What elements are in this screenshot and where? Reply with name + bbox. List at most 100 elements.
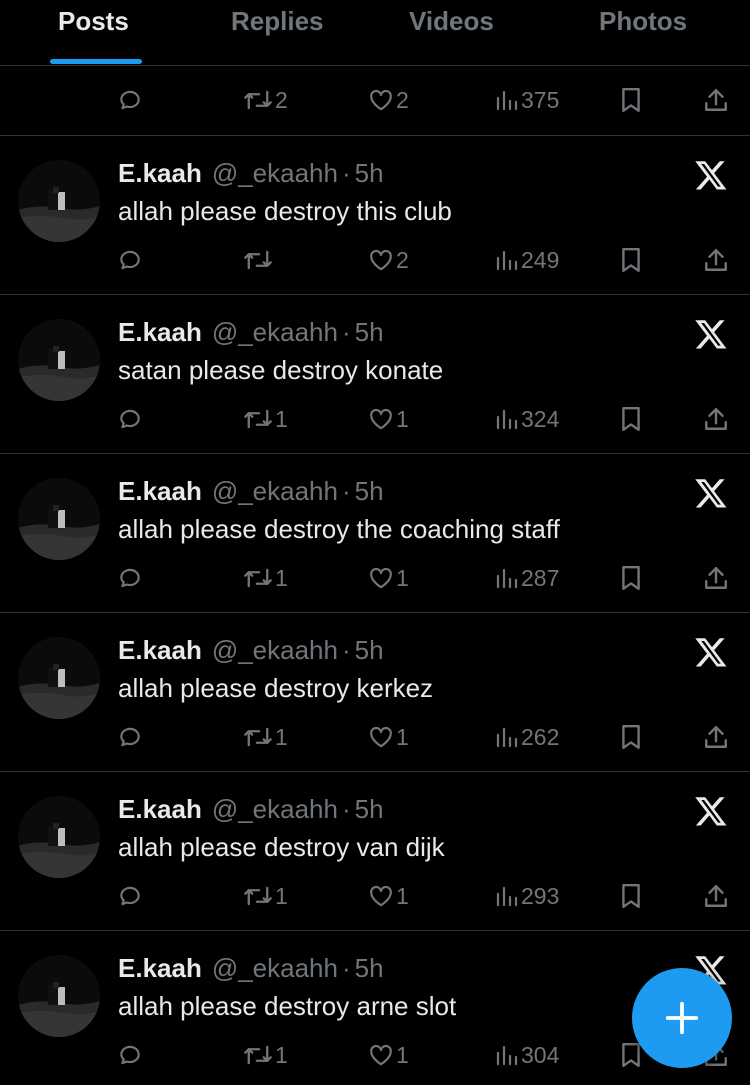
like-icon [370, 567, 392, 589]
reply-button[interactable] [117, 240, 143, 280]
tweet-card[interactable]: E.kaah @_ekaahh · 5h allah please destroy th… [0, 135, 750, 294]
share-button[interactable] [704, 80, 728, 120]
tab-photos-label: Photos [599, 6, 688, 36]
views-icon [496, 727, 518, 748]
tab-videos[interactable]: Videos [409, 0, 494, 66]
author-name[interactable]: E.kaah [118, 794, 202, 825]
reply-icon [120, 409, 140, 429]
tweet-card[interactable]: E.kaah @_ekaahh · 5h satan please destroy ko… [0, 294, 750, 453]
like-button[interactable]: 2 [368, 80, 409, 120]
like-button[interactable]: 1 [368, 558, 409, 598]
retweet-button[interactable]: 1 [243, 399, 288, 439]
reply-button[interactable] [117, 399, 143, 439]
bookmark-button[interactable] [620, 80, 642, 120]
avatar[interactable] [18, 955, 100, 1037]
like-icon [370, 89, 392, 111]
tab-replies[interactable]: Replies [231, 0, 324, 66]
retweet-icon [244, 1045, 272, 1065]
views-count: 287 [521, 564, 560, 591]
tweet-card[interactable]: E.kaah @_ekaahh · 5h allah please destroy ke… [0, 612, 750, 771]
like-icon [370, 1044, 392, 1066]
bookmark-button[interactable] [620, 558, 642, 598]
like-button[interactable]: 1 [368, 876, 409, 916]
tweet-text: allah please destroy arne slot [118, 991, 457, 1021]
author-handle: @_ekaahh [211, 158, 338, 188]
author-name[interactable]: E.kaah [118, 953, 202, 984]
tweet-time[interactable]: 5h [355, 635, 384, 666]
reply-button[interactable] [117, 80, 143, 120]
tweet-header: E.kaah @_ekaahh · 5h [118, 794, 384, 825]
tweet-card[interactable]: E.kaah @_ekaahh · 5h allah please destroy th… [0, 453, 750, 612]
author-name[interactable]: E.kaah [118, 476, 202, 507]
views-button[interactable]: 262 [495, 717, 559, 757]
avatar[interactable] [18, 160, 100, 242]
like-button[interactable]: 1 [368, 399, 409, 439]
author-name[interactable]: E.kaah [118, 635, 202, 666]
separator-dot: · [341, 953, 351, 983]
like-count: 1 [396, 723, 409, 750]
views-icon [496, 886, 518, 907]
views-icon [496, 1045, 518, 1066]
share-button[interactable] [704, 717, 728, 757]
author-name[interactable]: E.kaah [118, 158, 202, 189]
like-button[interactable]: 1 [368, 1035, 409, 1075]
avatar[interactable] [18, 637, 100, 719]
tweet-actions: 1 1 324 [0, 399, 750, 439]
tab-posts-label: Posts [58, 6, 129, 36]
views-button[interactable]: 287 [495, 558, 559, 598]
retweet-button[interactable]: 1 [243, 1035, 288, 1075]
retweet-button[interactable]: 1 [243, 876, 288, 916]
retweet-icon [244, 727, 272, 747]
share-icon [705, 89, 727, 111]
tweet-card[interactable]: E.kaah @_ekaahh · 5h allah please destroy va… [0, 771, 750, 930]
active-tab-indicator [50, 59, 142, 64]
bookmark-button[interactable] [620, 399, 642, 439]
tab-photos[interactable]: Photos [599, 0, 687, 66]
views-button[interactable]: 249 [495, 240, 559, 280]
retweet-button[interactable] [243, 240, 275, 280]
reply-icon [120, 250, 140, 270]
reply-icon [120, 727, 140, 747]
tab-posts[interactable]: Posts [58, 0, 129, 66]
share-button[interactable] [704, 399, 728, 439]
tweet-time[interactable]: 5h [355, 953, 384, 984]
views-button[interactable]: 304 [495, 1035, 559, 1075]
views-button[interactable]: 324 [495, 399, 559, 439]
reply-icon [120, 568, 140, 588]
retweet-button[interactable]: 1 [243, 717, 288, 757]
reply-button[interactable] [117, 1035, 143, 1075]
avatar[interactable] [18, 796, 100, 878]
reply-icon [120, 886, 140, 906]
retweet-count: 1 [275, 405, 288, 432]
retweet-icon [244, 409, 272, 429]
reply-button[interactable] [117, 558, 143, 598]
tweet-time[interactable]: 5h [355, 317, 384, 348]
tweet-time[interactable]: 5h [355, 476, 384, 507]
reply-button[interactable] [117, 876, 143, 916]
bookmark-button[interactable] [620, 240, 642, 280]
like-count: 2 [396, 246, 409, 273]
tweet-time[interactable]: 5h [355, 794, 384, 825]
reply-button[interactable] [117, 717, 143, 757]
avatar[interactable] [18, 319, 100, 401]
share-button[interactable] [704, 558, 728, 598]
x-logo-icon [694, 317, 728, 351]
share-button[interactable] [704, 876, 728, 916]
bookmark-button[interactable] [620, 876, 642, 916]
views-button[interactable]: 293 [495, 876, 559, 916]
bookmark-button[interactable] [620, 717, 642, 757]
share-button[interactable] [704, 240, 728, 280]
compose-post-button[interactable] [632, 968, 732, 1068]
views-button[interactable]: 375 [495, 80, 559, 120]
separator-dot: · [341, 158, 351, 188]
avatar[interactable] [18, 478, 100, 560]
tweet-time[interactable]: 5h [355, 158, 384, 189]
like-button[interactable]: 2 [368, 240, 409, 280]
author-name[interactable]: E.kaah [118, 317, 202, 348]
bookmark-icon [622, 87, 640, 113]
retweet-button[interactable]: 2 [243, 80, 288, 120]
like-button[interactable]: 1 [368, 717, 409, 757]
x-logo-icon [694, 635, 728, 669]
author-handle: @_ekaahh [211, 635, 338, 665]
retweet-button[interactable]: 1 [243, 558, 288, 598]
